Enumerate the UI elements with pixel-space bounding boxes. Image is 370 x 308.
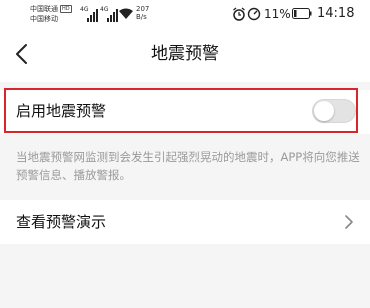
carrier-1: 中国联通 HD <box>30 5 72 13</box>
signal-icon: 4G <box>80 6 102 22</box>
net-speed-unit: B/s <box>136 13 147 21</box>
carrier-1-name: 中国联通 <box>30 5 58 13</box>
net-speed: 207 B/s <box>136 5 149 21</box>
carrier-2: 中国移动 <box>30 15 58 23</box>
highlight-annotation-box <box>4 88 358 133</box>
wifi-icon <box>119 8 133 19</box>
chevron-right-icon <box>345 215 353 229</box>
view-demo-label: 查看预警演示 <box>16 213 107 231</box>
status-bar: 中国联通 HD 中国移动 4G 4G 207 B/s 11% 14:18 <box>0 0 370 28</box>
alert-description: 当地震预警网监测到会发生引起强烈晃动的地震时，APP将向您推送预警信息、播放警报… <box>16 150 360 182</box>
view-demo-row[interactable]: 查看预警演示 <box>0 200 370 244</box>
speed-gauge-icon <box>247 7 261 21</box>
hd-badge: HD <box>60 5 72 13</box>
net-speed-value: 207 <box>136 5 150 13</box>
clock: 14:18 <box>317 6 355 21</box>
battery-percent: 11% <box>264 7 291 21</box>
alarm-icon <box>233 7 245 21</box>
page-title: 地震预警 <box>151 44 219 64</box>
battery-icon <box>292 8 312 19</box>
nav-bar: 地震预警 <box>0 28 370 82</box>
